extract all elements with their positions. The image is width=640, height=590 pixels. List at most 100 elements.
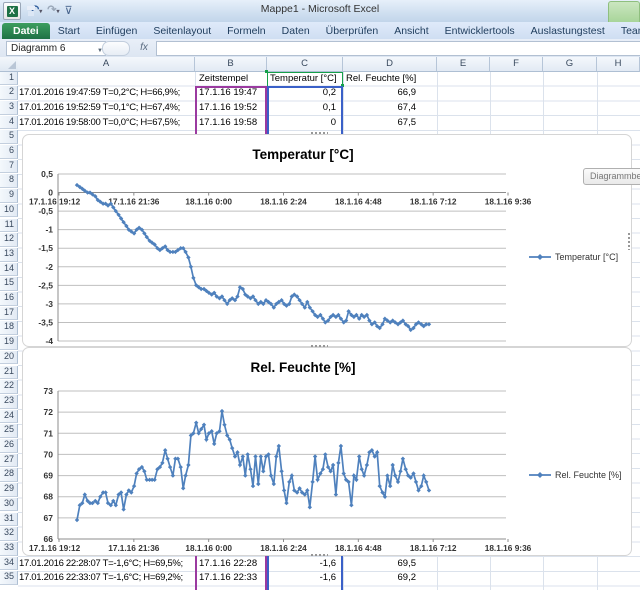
formula-input[interactable] (156, 41, 640, 56)
row-header-31[interactable]: 31 (0, 513, 18, 527)
cell-A34[interactable]: 17.01.2016 22:28:07 T=-1,6°C; H=69,5%; (19, 557, 195, 571)
row-header-5[interactable]: 5 (0, 130, 18, 144)
row-header-2[interactable]: 2 (0, 86, 18, 100)
row-header-13[interactable]: 13 (0, 248, 18, 262)
row-header-30[interactable]: 30 (0, 498, 18, 512)
cell-D4[interactable]: 67,5 (344, 116, 436, 130)
cell-D34[interactable]: 69,5 (344, 557, 436, 571)
cell-D2[interactable]: 66,9 (344, 86, 436, 100)
row-header-12[interactable]: 12 (0, 233, 18, 247)
row-header-35[interactable]: 35 (0, 571, 18, 585)
rel-feuchte-chart-canvas[interactable]: 737271706968676617.1.16 19:1217.1.16 21:… (23, 348, 631, 555)
legend-label[interactable]: Temperatur [°C] (555, 252, 618, 262)
tab-entwicklertools[interactable]: Entwicklertools (437, 23, 523, 39)
tab-formeln[interactable]: Formeln (219, 23, 274, 39)
column-header-D[interactable]: D (343, 57, 437, 72)
row-header-33[interactable]: 33 (0, 542, 18, 556)
temperatur-chart-canvas[interactable]: 0,50-0,5-1-1,5-2-2,5-3-3,5-417.1.16 19:1… (23, 135, 631, 346)
row-header-32[interactable]: 32 (0, 527, 18, 541)
chart-temperatur[interactable]: 0,50-0,5-1-1,5-2-2,5-3-3,5-417.1.16 19:1… (22, 134, 632, 347)
cell-A35[interactable]: 17.01.2016 22:33:07 T=-1,6°C; H=69,2%; (19, 571, 195, 585)
excel-window: X ↶▾ ↷▾ ⊽ Mappe1 - Microsoft Excel Datei… (0, 0, 640, 590)
cell-B4[interactable]: 17.1.16 19:58 (196, 116, 266, 130)
row-header-25[interactable]: 25 (0, 424, 18, 438)
row-header-18[interactable]: 18 (0, 321, 18, 335)
cell-C2[interactable]: 0,2 (268, 86, 342, 100)
cell-C4[interactable]: 0 (268, 116, 342, 130)
cell-A4[interactable]: 17.01.2016 19:58:00 T=0,0°C; H=67,5%; (19, 116, 195, 130)
column-header-C[interactable]: C (267, 57, 343, 72)
row-header-9[interactable]: 9 (0, 189, 18, 203)
row-header-22[interactable]: 22 (0, 380, 18, 394)
tab-ansicht[interactable]: Ansicht (386, 23, 436, 39)
row-header-29[interactable]: 29 (0, 483, 18, 497)
cell-D35[interactable]: 69,2 (344, 571, 436, 585)
cell-B2[interactable]: 17.1.16 19:47 (196, 86, 266, 100)
column-header-B[interactable]: B (195, 57, 267, 72)
cell-D1[interactable]: Rel. Feuchte [%] (344, 72, 436, 86)
column-header-G[interactable]: G (543, 57, 597, 72)
cell-C35[interactable]: -1,6 (268, 571, 342, 585)
name-box[interactable]: Diagramm 6▼ (6, 41, 106, 56)
row-header-14[interactable]: 14 (0, 263, 18, 277)
cell-C1[interactable]: Temperatur [°C] (268, 72, 342, 86)
tab-ueberpruefen[interactable]: Überprüfen (318, 23, 387, 39)
column-header-A[interactable]: A (18, 57, 195, 72)
tab-team[interactable]: Team (613, 23, 640, 39)
row-header-16[interactable]: 16 (0, 292, 18, 306)
column-header-F[interactable]: F (490, 57, 543, 72)
chart-selection-handle-bottom[interactable] (310, 553, 328, 558)
insert-function-icon[interactable]: fx (136, 41, 152, 54)
row-header-21[interactable]: 21 (0, 366, 18, 380)
row-header-20[interactable]: 20 (0, 351, 18, 365)
window-title: Mappe1 - Microsoft Excel (0, 3, 640, 15)
chart-rel-feuchte[interactable]: 737271706968676617.1.16 19:1217.1.16 21:… (22, 347, 632, 556)
cell-B34[interactable]: 17.1.16 22:28 (196, 557, 266, 571)
cell-C3[interactable]: 0,1 (268, 101, 342, 115)
row-header-15[interactable]: 15 (0, 277, 18, 291)
chart-title[interactable]: Rel. Feuchte [%] (250, 360, 355, 375)
cell-D3[interactable]: 67,4 (344, 101, 436, 115)
row-header-24[interactable]: 24 (0, 410, 18, 424)
tab-start[interactable]: Start (50, 23, 88, 39)
ribbon-tab-bar: Datei Start Einfügen Seitenlayout Formel… (0, 22, 640, 40)
formula-bar: Diagramm 6▼ fx (0, 39, 640, 58)
cell-A3[interactable]: 17.01.2016 19:52:59 T=0,1°C; H=67,4%; (19, 101, 195, 115)
x-axis-label: 18.1.16 2:24 (260, 197, 307, 207)
row-header-23[interactable]: 23 (0, 395, 18, 409)
cell-A2[interactable]: 17.01.2016 19:47:59 T=0,2°C; H=66,9%; (19, 86, 195, 100)
cell-B3[interactable]: 17.1.16 19:52 (196, 101, 266, 115)
row-header-8[interactable]: 8 (0, 174, 18, 188)
cell-B1[interactable]: Zeitstempel (196, 72, 266, 86)
row-header-17[interactable]: 17 (0, 307, 18, 321)
tab-datei[interactable]: Datei (2, 23, 50, 39)
row-header-27[interactable]: 27 (0, 454, 18, 468)
column-header-H[interactable]: H (597, 57, 640, 72)
row-header-1[interactable]: 1 (0, 72, 18, 86)
row-header-7[interactable]: 7 (0, 160, 18, 174)
chart-selection-handle-top[interactable] (310, 131, 328, 136)
chart-selection-handle-middle[interactable] (310, 344, 328, 349)
row-header-10[interactable]: 10 (0, 204, 18, 218)
row-header-4[interactable]: 4 (0, 116, 18, 130)
tab-einfuegen[interactable]: Einfügen (88, 23, 145, 39)
row-header-26[interactable]: 26 (0, 439, 18, 453)
cell-C34[interactable]: -1,6 (268, 557, 342, 571)
tab-daten[interactable]: Daten (274, 23, 318, 39)
y-axis-label: 67 (44, 513, 54, 523)
row-header-3[interactable]: 3 (0, 101, 18, 115)
row-header-34[interactable]: 34 (0, 557, 18, 571)
cell-B35[interactable]: 17.1.16 22:33 (196, 571, 266, 585)
chart-title[interactable]: Temperatur [°C] (252, 147, 353, 162)
chart-selection-handle-right[interactable] (627, 232, 632, 250)
row-header-28[interactable]: 28 (0, 468, 18, 482)
row-header-6[interactable]: 6 (0, 145, 18, 159)
chart-tools-contextual-header (608, 1, 640, 22)
row-header-19[interactable]: 19 (0, 336, 18, 350)
select-all-corner[interactable] (0, 57, 19, 72)
tab-seitenlayout[interactable]: Seitenlayout (145, 23, 219, 39)
tab-auslastungstest[interactable]: Auslastungstest (523, 23, 613, 39)
legend-label[interactable]: Rel. Feuchte [%] (555, 470, 622, 480)
row-header-11[interactable]: 11 (0, 219, 18, 233)
column-header-E[interactable]: E (437, 57, 490, 72)
